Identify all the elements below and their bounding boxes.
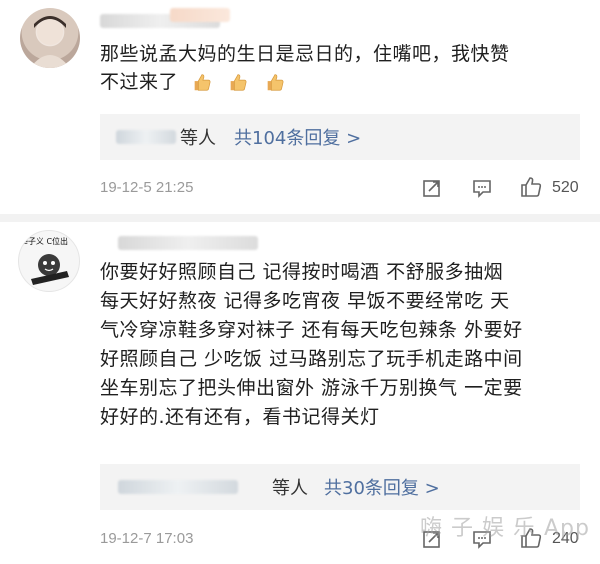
comment-line: 那些说孟大妈的生日是忌日的，住嘴吧，我快赞 <box>100 43 510 65</box>
reply-summary[interactable]: 等人 共104条回复 > <box>100 114 580 160</box>
svg-text:e子义 C位出: e子义 C位出 <box>23 236 68 246</box>
comment-line: 不过来了 <box>100 68 580 97</box>
comment-line: 好照顾自己 少吃饭 过马路别忘了玩手机走路中间 <box>100 348 523 370</box>
reply-summary[interactable]: 等人 共30条回复 > <box>100 464 580 510</box>
comment-1: 那些说孟大妈的生日是忌日的，住嘴吧，我快赞 不过来了 等人 共104条回复 > … <box>0 0 600 214</box>
comment-line: 坐车别忘了把头伸出窗外 游泳千万别换气 一定要 <box>100 377 523 399</box>
comment-line: 好好的.还有还有，看书记得关灯 <box>100 406 380 428</box>
thumbs-up-emoji-icon <box>194 73 211 91</box>
reply-label: 等人 <box>272 478 308 499</box>
comment-time: 19-12-5 21:25 <box>100 179 194 196</box>
comment-line: 你要好好照顾自己 记得按时喝酒 不舒服多抽烟 <box>100 261 504 283</box>
username-blurred-2 <box>170 8 230 22</box>
reply-count-link[interactable]: 共30条回复 > <box>324 474 440 500</box>
comment-text: 那些说孟大妈的生日是忌日的，住嘴吧，我快赞 不过来了 <box>100 40 580 97</box>
comment-divider <box>0 214 600 222</box>
comment-line: 气冷穿凉鞋多穿对袜子 还有每天吃包辣条 外要好 <box>100 319 523 341</box>
username-blurred[interactable] <box>118 236 258 250</box>
comment-text: 你要好好照顾自己 记得按时喝酒 不舒服多抽烟 每天好好熬夜 记得多吃宵夜 早饭不… <box>100 258 580 432</box>
replier-names-blurred <box>118 480 238 494</box>
thumbs-up-emojis <box>191 69 294 97</box>
watermark: 嗨 子 娱 乐 App <box>420 516 590 541</box>
replier-names-blurred <box>116 130 176 144</box>
user-avatar[interactable]: e子义 C位出 <box>18 230 80 292</box>
thumbs-up-emoji-icon <box>267 73 284 91</box>
avatar-meme-icon: e子义 C位出 <box>23 236 69 285</box>
comment-icon[interactable] <box>471 177 493 199</box>
comment-line: 每天好好熬夜 记得多吃宵夜 早饭不要经常吃 天 <box>100 290 510 312</box>
thumbs-up-emoji-icon <box>230 73 247 91</box>
like-icon[interactable] <box>520 176 542 198</box>
reply-label: 等人 <box>180 128 216 149</box>
comment-time: 19-12-7 17:03 <box>100 530 194 547</box>
avatar-portrait-icon <box>30 16 70 68</box>
like-count: 520 <box>552 179 579 196</box>
user-avatar[interactable] <box>20 8 80 68</box>
share-icon[interactable] <box>421 177 443 199</box>
reply-count-link[interactable]: 共104条回复 > <box>234 124 361 150</box>
